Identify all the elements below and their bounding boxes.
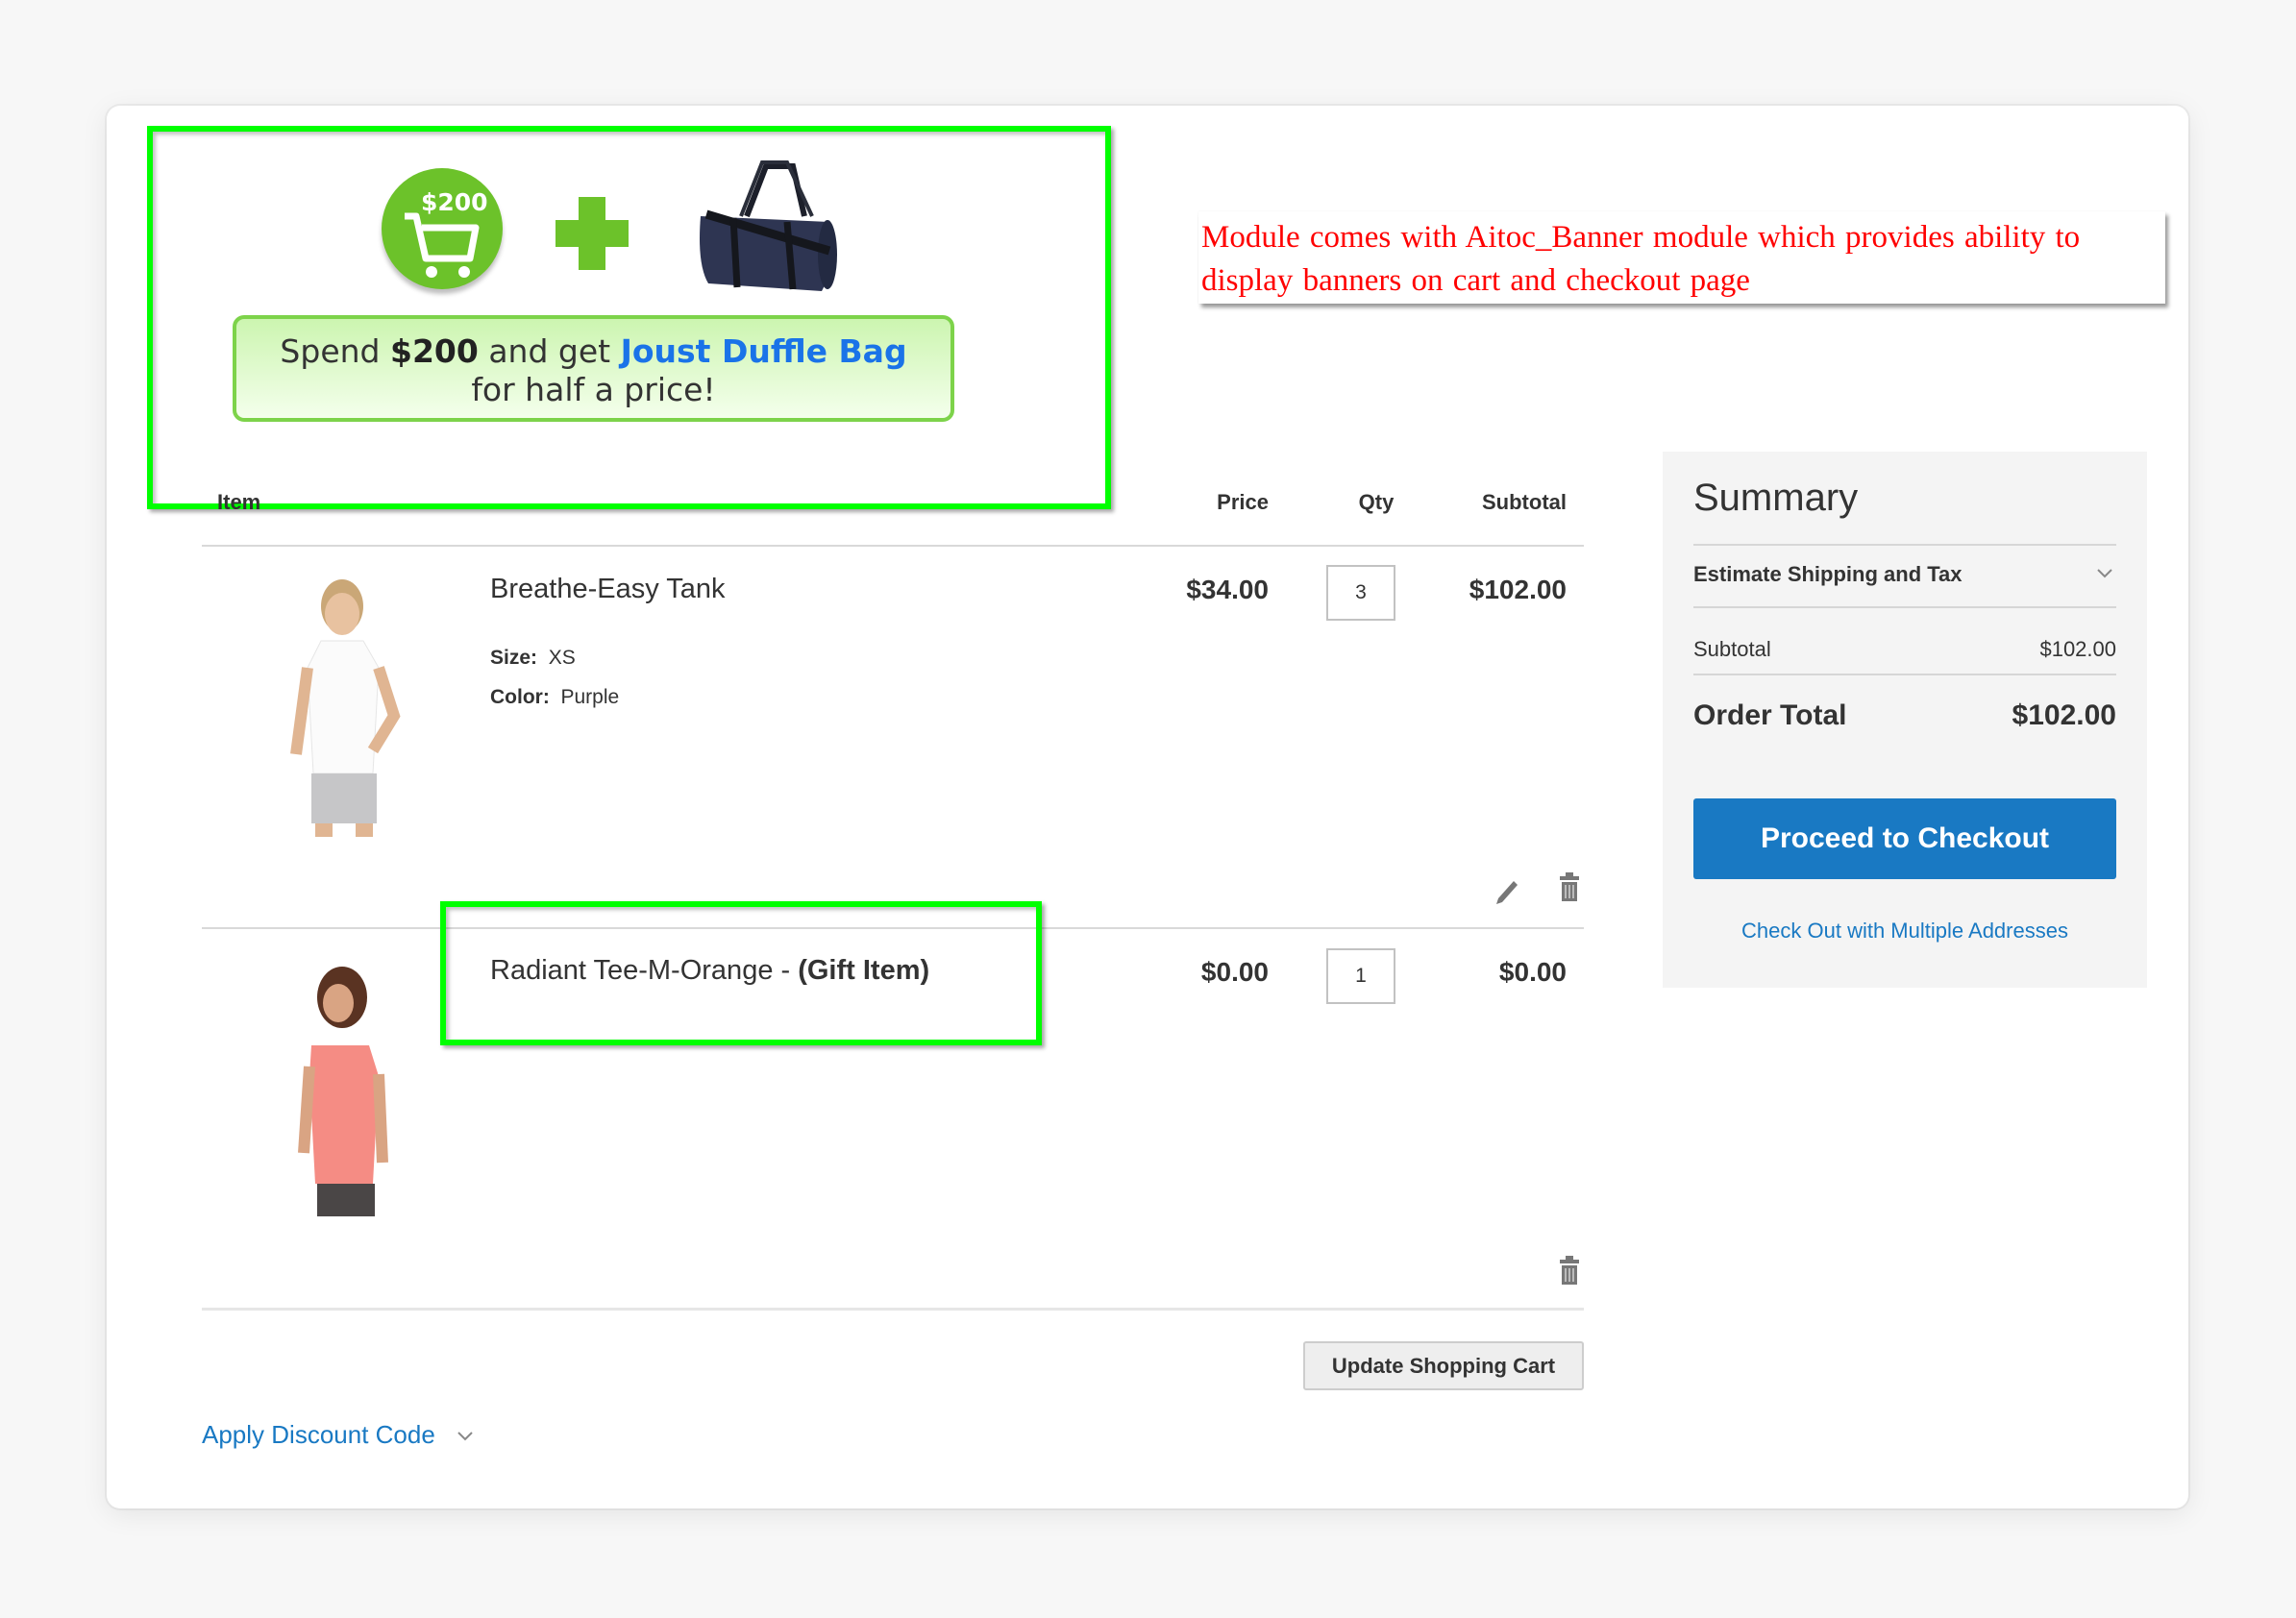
annotation-callout: Module comes with Aitoc_Banner module wh… [1198, 211, 2165, 304]
trash-icon[interactable] [1556, 871, 1583, 902]
option-color: Color: Purple [490, 686, 619, 709]
table-bottom-divider [202, 1308, 1584, 1311]
header-qty: Qty [1358, 490, 1395, 514]
apply-discount-toggle[interactable]: Apply Discount Code [202, 1420, 475, 1450]
product-image-breathe-easy-tank[interactable] [229, 572, 431, 841]
gift-item-badge: (Gift Item) [798, 955, 930, 986]
promo-message: Spend $200 and get Joust Duffle Bag for … [233, 315, 954, 422]
update-shopping-cart-button[interactable]: Update Shopping Cart [1303, 1341, 1584, 1390]
option-value: XS [548, 647, 576, 669]
product-image-radiant-tee[interactable] [229, 961, 431, 1220]
summary-divider [1693, 674, 2116, 675]
header-item: Item [217, 490, 261, 514]
summary-divider [1693, 544, 2116, 546]
option-value: Purple [560, 686, 620, 708]
subtotal-value: $102.00 [2039, 637, 2116, 661]
product-name-link[interactable]: Radiant Tee-M-Orange - [490, 955, 798, 986]
subtotal-label: Subtotal [1693, 637, 1771, 661]
row-divider [202, 927, 1584, 929]
plus-icon-bar [555, 220, 629, 247]
multi-address-checkout-link[interactable]: Check Out with Multiple Addresses [1663, 919, 2147, 944]
proceed-to-checkout-button[interactable]: Proceed to Checkout [1693, 798, 2116, 879]
cart-amount-label: $200 [421, 188, 488, 216]
item-price: $0.00 [1200, 957, 1269, 987]
header-subtotal: Subtotal [1482, 490, 1567, 514]
product-name-link[interactable]: Breathe-Easy Tank [490, 574, 726, 605]
order-total-label: Order Total [1693, 699, 1847, 731]
promo-product-link[interactable]: Joust Duffle Bag [621, 332, 907, 370]
option-label: Size: [490, 647, 538, 669]
table-divider [202, 545, 1584, 547]
order-total-value: $102.00 [2012, 699, 2116, 731]
option-label: Color: [490, 686, 550, 708]
chevron-down-icon [457, 1432, 473, 1441]
item-subtotal: $102.00 [1469, 575, 1567, 604]
qty-input[interactable] [1326, 948, 1395, 1004]
promo-text: and get [478, 332, 621, 370]
promo-amount: $200 [389, 332, 479, 370]
cart-icon [405, 212, 480, 278]
item-subtotal: $0.00 [1498, 957, 1567, 987]
header-price: Price [1217, 490, 1269, 514]
chevron-down-icon[interactable] [2095, 567, 2114, 580]
gift-product-name[interactable]: Radiant Tee-M-Orange - (Gift Item) [490, 955, 929, 987]
edit-icon[interactable] [1493, 873, 1519, 904]
apply-discount-label[interactable]: Apply Discount Code [202, 1420, 435, 1449]
estimate-shipping-label[interactable]: Estimate Shipping and Tax [1693, 562, 1963, 587]
promo-text: Spend [280, 332, 390, 370]
item-price: $34.00 [1186, 575, 1269, 604]
summary-divider [1693, 606, 2116, 608]
promo-text: for half a price! [471, 371, 716, 408]
summary-title: Summary [1693, 477, 1859, 519]
option-size: Size: XS [490, 647, 576, 670]
duffle-bag-image [700, 160, 837, 291]
qty-input[interactable] [1326, 565, 1395, 621]
trash-icon[interactable] [1556, 1255, 1583, 1286]
order-summary-panel: Summary Estimate Shipping and Tax Subtot… [1663, 452, 2147, 988]
